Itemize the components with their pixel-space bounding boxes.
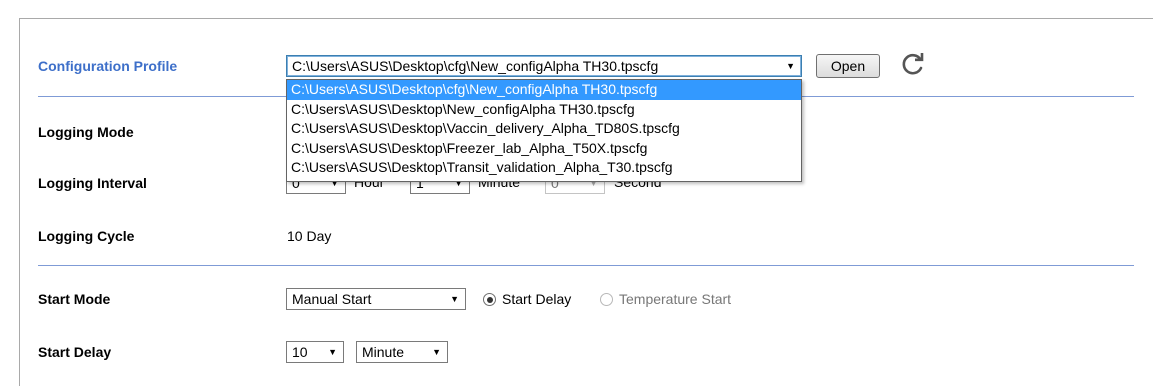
start-delay-radio-label: Start Delay: [502, 291, 572, 307]
config-profile-select[interactable]: C:\Users\ASUS\Desktop\cfg\New_configAlph…: [286, 55, 802, 77]
chevron-down-icon: ▼: [432, 347, 441, 357]
config-profile-label: Configuration Profile: [38, 58, 178, 74]
start-delay-unit: Minute: [362, 344, 405, 360]
start-delay-value: 10: [292, 344, 308, 360]
start-delay-value-select[interactable]: 10 ▼: [286, 341, 344, 363]
dropdown-option[interactable]: C:\Users\ASUS\Desktop\Vaccin_delivery_Al…: [287, 119, 801, 139]
start-delay-unit-select[interactable]: Minute ▼: [356, 341, 448, 363]
start-mode-label: Start Mode: [38, 291, 111, 307]
chevron-down-icon: ▼: [450, 294, 459, 304]
start-mode-select[interactable]: Manual Start ▼: [286, 288, 466, 310]
dropdown-option[interactable]: C:\Users\ASUS\Desktop\Freezer_lab_Alpha_…: [287, 139, 801, 159]
config-profile-dropdown: C:\Users\ASUS\Desktop\cfg\New_configAlph…: [286, 79, 802, 182]
logging-interval-label: Logging Interval: [38, 175, 147, 191]
dropdown-option[interactable]: C:\Users\ASUS\Desktop\Transit_validation…: [287, 158, 801, 178]
divider: [38, 265, 1134, 266]
temperature-start-radio-label: Temperature Start: [619, 291, 732, 307]
config-profile-value: C:\Users\ASUS\Desktop\cfg\New_configAlph…: [292, 58, 659, 74]
start-delay-label: Start Delay: [38, 344, 112, 360]
start-mode-value: Manual Start: [292, 291, 372, 307]
temperature-start-radio[interactable]: [600, 293, 613, 306]
chevron-down-icon: ▼: [786, 61, 795, 71]
logging-cycle-label: Logging Cycle: [38, 228, 135, 244]
chevron-down-icon: ▼: [328, 347, 337, 357]
logging-cycle-value: 10 Day: [287, 228, 332, 244]
dropdown-option[interactable]: C:\Users\ASUS\Desktop\cfg\New_configAlph…: [287, 80, 801, 100]
start-delay-radio[interactable]: [483, 293, 496, 306]
open-button[interactable]: Open: [816, 54, 880, 78]
refresh-icon[interactable]: [900, 51, 926, 77]
dropdown-option[interactable]: C:\Users\ASUS\Desktop\New_configAlpha TH…: [287, 100, 801, 120]
logging-mode-label: Logging Mode: [38, 124, 134, 140]
